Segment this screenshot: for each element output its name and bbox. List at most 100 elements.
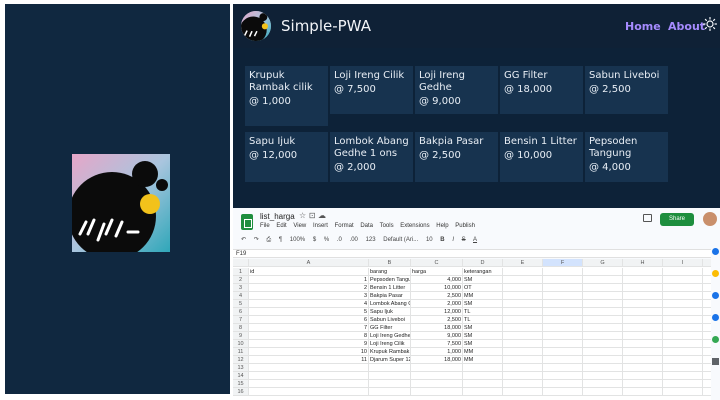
table-cell[interactable] <box>583 316 623 324</box>
table-cell[interactable] <box>503 276 543 284</box>
table-cell[interactable]: OT <box>463 284 503 292</box>
table-cell[interactable]: 3 <box>249 292 369 300</box>
print-icon[interactable]: ⎙ <box>266 237 271 243</box>
table-cell[interactable] <box>623 348 663 356</box>
menu-insert[interactable]: Insert <box>313 223 328 229</box>
table-cell[interactable] <box>411 380 463 388</box>
bold-button[interactable]: B <box>440 237 444 243</box>
row-header[interactable]: 7 <box>233 316 249 324</box>
table-cell[interactable]: TL <box>463 308 503 316</box>
table-cell[interactable] <box>503 268 543 276</box>
table-cell[interactable] <box>663 388 703 396</box>
currency-button[interactable]: $ <box>313 237 316 243</box>
table-cell[interactable]: Loji Ireng Gedhe <box>369 332 411 340</box>
table-cell[interactable]: SM <box>463 324 503 332</box>
table-cell[interactable] <box>663 332 703 340</box>
table-cell[interactable]: 6 <box>249 316 369 324</box>
row-header[interactable]: 3 <box>233 284 249 292</box>
menu-format[interactable]: Format <box>335 223 354 229</box>
table-cell[interactable] <box>623 364 663 372</box>
keep-icon[interactable] <box>712 270 719 277</box>
table-cell[interactable] <box>583 276 623 284</box>
table-cell[interactable] <box>463 372 503 380</box>
menu-view[interactable]: View <box>293 223 306 229</box>
table-cell[interactable] <box>503 388 543 396</box>
table-cell[interactable]: Pepsoden Tangung <box>369 276 411 284</box>
table-cell[interactable]: harga <box>411 268 463 276</box>
table-cell[interactable] <box>543 332 583 340</box>
zoom-select[interactable]: 100% <box>290 237 305 243</box>
table-cell[interactable] <box>411 388 463 396</box>
table-cell[interactable] <box>623 316 663 324</box>
formula-bar[interactable]: F19 <box>233 249 711 258</box>
sheet-grid[interactable]: ABCDEFGHIJ1idbaranghargaketerangan21Peps… <box>233 259 720 400</box>
table-cell[interactable]: 18,000 <box>411 356 463 364</box>
table-cell[interactable] <box>663 348 703 356</box>
table-cell[interactable] <box>503 348 543 356</box>
menu-file[interactable]: File <box>260 223 270 229</box>
table-cell[interactable] <box>583 372 623 380</box>
column-header[interactable]: D <box>463 259 503 267</box>
product-card[interactable]: Krupuk Rambak cilik @ 1,000 <box>245 66 328 126</box>
table-cell[interactable] <box>543 364 583 372</box>
table-cell[interactable] <box>503 380 543 388</box>
table-cell[interactable] <box>543 316 583 324</box>
redo-icon[interactable]: ↷ <box>254 237 259 243</box>
table-cell[interactable] <box>583 332 623 340</box>
table-cell[interactable] <box>369 364 411 372</box>
table-cell[interactable] <box>663 340 703 348</box>
cell-reference[interactable]: F19 <box>236 251 246 257</box>
row-header[interactable]: 6 <box>233 308 249 316</box>
table-cell[interactable]: 8 <box>249 332 369 340</box>
table-cell[interactable] <box>249 388 369 396</box>
row-header[interactable]: 1 <box>233 268 249 276</box>
increase-decimal-button[interactable]: .00 <box>350 237 358 243</box>
product-card[interactable]: Loji Ireng Gedhe @ 9,000 <box>415 66 498 114</box>
tasks-icon[interactable] <box>712 292 719 299</box>
table-cell[interactable] <box>543 324 583 332</box>
table-cell[interactable] <box>663 316 703 324</box>
maps-icon[interactable] <box>712 336 719 343</box>
menu-tools[interactable]: Tools <box>380 223 394 229</box>
row-header[interactable]: 15 <box>233 380 249 388</box>
table-cell[interactable]: 7 <box>249 324 369 332</box>
column-header[interactable]: C <box>411 259 463 267</box>
table-cell[interactable]: SM <box>463 300 503 308</box>
table-cell[interactable] <box>623 380 663 388</box>
table-cell[interactable] <box>583 348 623 356</box>
table-cell[interactable]: Krupuk Rambak cilik <box>369 348 411 356</box>
table-cell[interactable] <box>411 372 463 380</box>
paint-format-icon[interactable]: ¶ <box>279 237 282 243</box>
product-card[interactable]: Bensin 1 Litter @ 10,000 <box>500 132 583 182</box>
row-header[interactable]: 14 <box>233 372 249 380</box>
table-cell[interactable]: GG Filter <box>369 324 411 332</box>
percent-button[interactable]: % <box>324 237 329 243</box>
table-cell[interactable] <box>503 340 543 348</box>
table-cell[interactable] <box>583 292 623 300</box>
product-card[interactable]: Lombok Abang Gedhe 1 ons @ 2,000 <box>330 132 413 182</box>
table-cell[interactable] <box>623 356 663 364</box>
menu-edit[interactable]: Edit <box>276 223 286 229</box>
table-cell[interactable]: TL <box>463 316 503 324</box>
column-header[interactable]: I <box>663 259 703 267</box>
table-cell[interactable] <box>369 388 411 396</box>
table-cell[interactable] <box>663 372 703 380</box>
table-cell[interactable] <box>623 332 663 340</box>
table-cell[interactable] <box>623 308 663 316</box>
table-cell[interactable]: 2,500 <box>411 316 463 324</box>
row-header[interactable]: 8 <box>233 324 249 332</box>
table-cell[interactable] <box>543 300 583 308</box>
table-cell[interactable]: 4,000 <box>411 276 463 284</box>
table-cell[interactable] <box>543 308 583 316</box>
table-cell[interactable] <box>543 372 583 380</box>
product-card[interactable]: Sabun Liveboi @ 2,500 <box>585 66 668 114</box>
table-cell[interactable]: 5 <box>249 308 369 316</box>
table-cell[interactable] <box>503 308 543 316</box>
menu-extensions[interactable]: Extensions <box>400 223 429 229</box>
table-cell[interactable]: Loji Ireng Cilik <box>369 340 411 348</box>
font-select[interactable]: Default (Ari... <box>383 237 418 243</box>
table-cell[interactable] <box>663 356 703 364</box>
avatar[interactable] <box>703 212 717 226</box>
table-cell[interactable]: 2,000 <box>411 300 463 308</box>
table-cell[interactable] <box>543 268 583 276</box>
